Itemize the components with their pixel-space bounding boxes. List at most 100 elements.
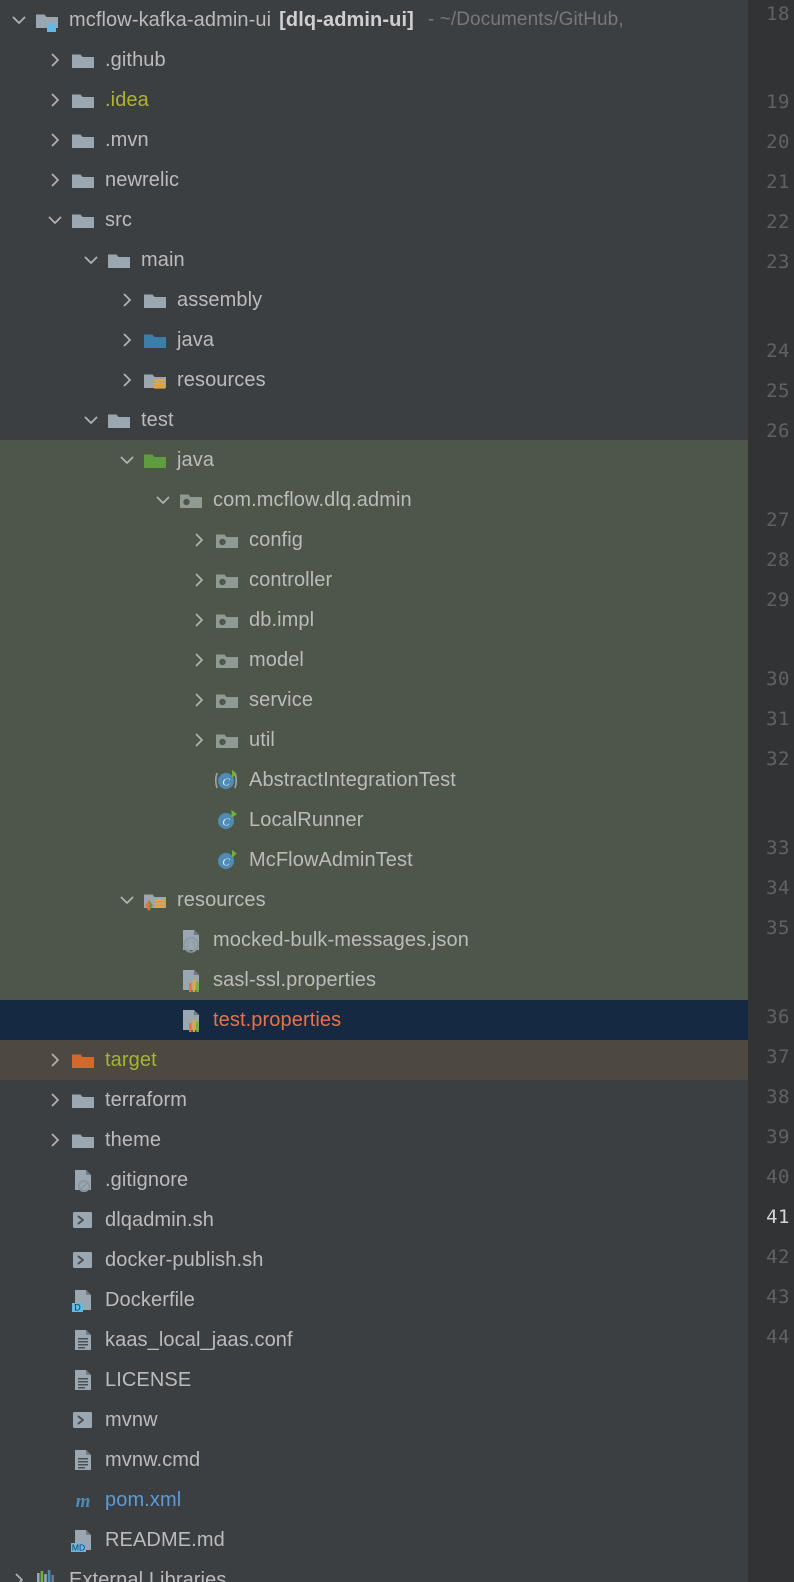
tree-row-src[interactable]: src: [0, 200, 748, 240]
tree-row-mcflow-kafka-admin-ui[interactable]: mcflow-kafka-admin-ui [dlq-admin-ui] - ~/D…: [0, 0, 748, 40]
properties-file-icon: [178, 967, 204, 993]
tree-row-service[interactable]: service: [0, 680, 748, 720]
chevron-right-icon[interactable]: [44, 1049, 66, 1071]
chevron-right-icon[interactable]: [188, 529, 210, 551]
chevron-down-icon[interactable]: [116, 449, 138, 471]
abstract-class-icon: C: [214, 767, 240, 793]
chevron-down-icon[interactable]: [152, 489, 174, 511]
tree-row-config[interactable]: config: [0, 520, 748, 560]
tree-row-docker-publish-sh[interactable]: docker-publish.sh: [0, 1240, 748, 1280]
tree-row-kaas-local-jaas-conf[interactable]: kaas_local_jaas.conf: [0, 1320, 748, 1360]
vcs-branch-label: [dlq-admin-ui]: [279, 9, 414, 31]
tree-row-target[interactable]: target: [0, 1040, 748, 1080]
tree-row-main[interactable]: main: [0, 240, 748, 280]
chevron-right-icon[interactable]: [188, 649, 210, 671]
gutter-line-number: 21: [766, 171, 790, 193]
chevron-right-icon[interactable]: [44, 1129, 66, 1151]
chevron-right-icon[interactable]: [116, 289, 138, 311]
gutter-line-number: 42: [766, 1246, 790, 1268]
tree-row-gitignore[interactable]: .gitignore: [0, 1160, 748, 1200]
tree-row-dlqadmin-sh[interactable]: dlqadmin.sh: [0, 1200, 748, 1240]
gutter-line-number: 43: [766, 1286, 790, 1308]
chevron-right-icon[interactable]: [188, 729, 210, 751]
svg-text:m: m: [76, 1491, 91, 1512]
json-file-icon: {}: [178, 927, 204, 953]
chevron-right-icon[interactable]: [44, 49, 66, 71]
tree-row-mvnw[interactable]: mvnw: [0, 1400, 748, 1440]
tree-row-external-libraries[interactable]: External Libraries: [0, 1560, 748, 1582]
project-tree[interactable]: mcflow-kafka-admin-ui [dlq-admin-ui] - ~/D…: [0, 0, 748, 1582]
folder-icon: [70, 87, 96, 113]
tree-row-pom-xml[interactable]: m pom.xml: [0, 1480, 748, 1520]
tree-row-abstractintegrationtest[interactable]: C AbstractIntegrationTest: [0, 760, 748, 800]
markdown-file-icon: MD: [70, 1527, 96, 1553]
package-icon: [214, 567, 240, 593]
tree-row-mvn[interactable]: .mvn: [0, 120, 748, 160]
shell-script-icon: [70, 1247, 96, 1273]
gutter-line-number: 24: [766, 340, 790, 362]
chevron-right-icon[interactable]: [44, 169, 66, 191]
tree-row-model[interactable]: model: [0, 640, 748, 680]
tree-row-label: terraform: [105, 1089, 188, 1111]
chevron-down-icon[interactable]: [80, 249, 102, 271]
chevron-right-icon[interactable]: [8, 1569, 30, 1582]
project-tool-window: mcflow-kafka-admin-ui [dlq-admin-ui] - ~/D…: [0, 0, 794, 1582]
chevron-right-icon[interactable]: [116, 329, 138, 351]
tree-row-controller[interactable]: controller: [0, 560, 748, 600]
chevron-down-icon[interactable]: [8, 9, 30, 31]
tree-row-db-impl[interactable]: db.impl: [0, 600, 748, 640]
tree-row-test-properties[interactable]: test.properties: [0, 1000, 748, 1040]
chevron-right-icon[interactable]: [188, 689, 210, 711]
tree-row-label: docker-publish.sh: [105, 1249, 264, 1271]
chevron-right-icon[interactable]: [44, 1089, 66, 1111]
tree-row-label: pom.xml: [105, 1489, 182, 1511]
tree-row-mocked-bulk-messages-json[interactable]: {} mocked-bulk-messages.json: [0, 920, 748, 960]
folder-icon: [70, 167, 96, 193]
gutter-line-number: 20: [766, 131, 790, 153]
tree-row-label: config: [249, 529, 303, 551]
tree-row-java[interactable]: java: [0, 440, 748, 480]
tree-row-resources[interactable]: resources: [0, 360, 748, 400]
tree-row-mvnw-cmd[interactable]: mvnw.cmd: [0, 1440, 748, 1480]
chevron-right-icon[interactable]: [188, 609, 210, 631]
text-file-icon: [70, 1367, 96, 1393]
tree-row-label: LICENSE: [105, 1369, 192, 1391]
chevron-down-icon[interactable]: [116, 889, 138, 911]
chevron-right-icon[interactable]: [44, 89, 66, 111]
tree-row-dockerfile[interactable]: D Dockerfile: [0, 1280, 748, 1320]
tree-row-label: service: [249, 689, 314, 711]
tree-row-util[interactable]: util: [0, 720, 748, 760]
tree-row-resources[interactable]: resources: [0, 880, 748, 920]
folder-source-blue-icon: [142, 327, 168, 353]
tree-row-label: java: [177, 329, 215, 351]
tree-row-label: mvnw.cmd: [105, 1449, 201, 1471]
chevron-down-icon[interactable]: [80, 409, 102, 431]
tree-row-com-mcflow-dlq-admin[interactable]: com.mcflow.dlq.admin: [0, 480, 748, 520]
package-icon: [214, 687, 240, 713]
folder-icon: [106, 247, 132, 273]
tree-row-test[interactable]: test: [0, 400, 748, 440]
tree-row-theme[interactable]: theme: [0, 1120, 748, 1160]
tree-row-sasl-ssl-properties[interactable]: sasl-ssl.properties: [0, 960, 748, 1000]
chevron-down-icon[interactable]: [44, 209, 66, 231]
gutter-line-number: 19: [766, 91, 790, 113]
chevron-right-icon[interactable]: [116, 369, 138, 391]
tree-row-assembly[interactable]: assembly: [0, 280, 748, 320]
tree-row-label: External Libraries: [69, 1569, 227, 1582]
tree-row-license[interactable]: LICENSE: [0, 1360, 748, 1400]
tree-row-localrunner[interactable]: C LocalRunner: [0, 800, 748, 840]
tree-row-newrelic[interactable]: newrelic: [0, 160, 748, 200]
tree-row-terraform[interactable]: terraform: [0, 1080, 748, 1120]
folder-icon: [70, 1127, 96, 1153]
tree-row-java[interactable]: java: [0, 320, 748, 360]
tree-row-label: main: [141, 249, 185, 271]
tree-row-mcflowadmintest[interactable]: C McFlowAdminTest: [0, 840, 748, 880]
tree-row-idea[interactable]: .idea: [0, 80, 748, 120]
svg-text:C: C: [222, 857, 230, 869]
chevron-right-icon[interactable]: [188, 569, 210, 591]
tree-row-readme-md[interactable]: MD README.md: [0, 1520, 748, 1560]
chevron-right-icon[interactable]: [44, 129, 66, 151]
tree-row-label: AbstractIntegrationTest: [249, 769, 456, 791]
tree-row-label: com.mcflow.dlq.admin: [213, 489, 412, 511]
tree-row-github[interactable]: .github: [0, 40, 748, 80]
